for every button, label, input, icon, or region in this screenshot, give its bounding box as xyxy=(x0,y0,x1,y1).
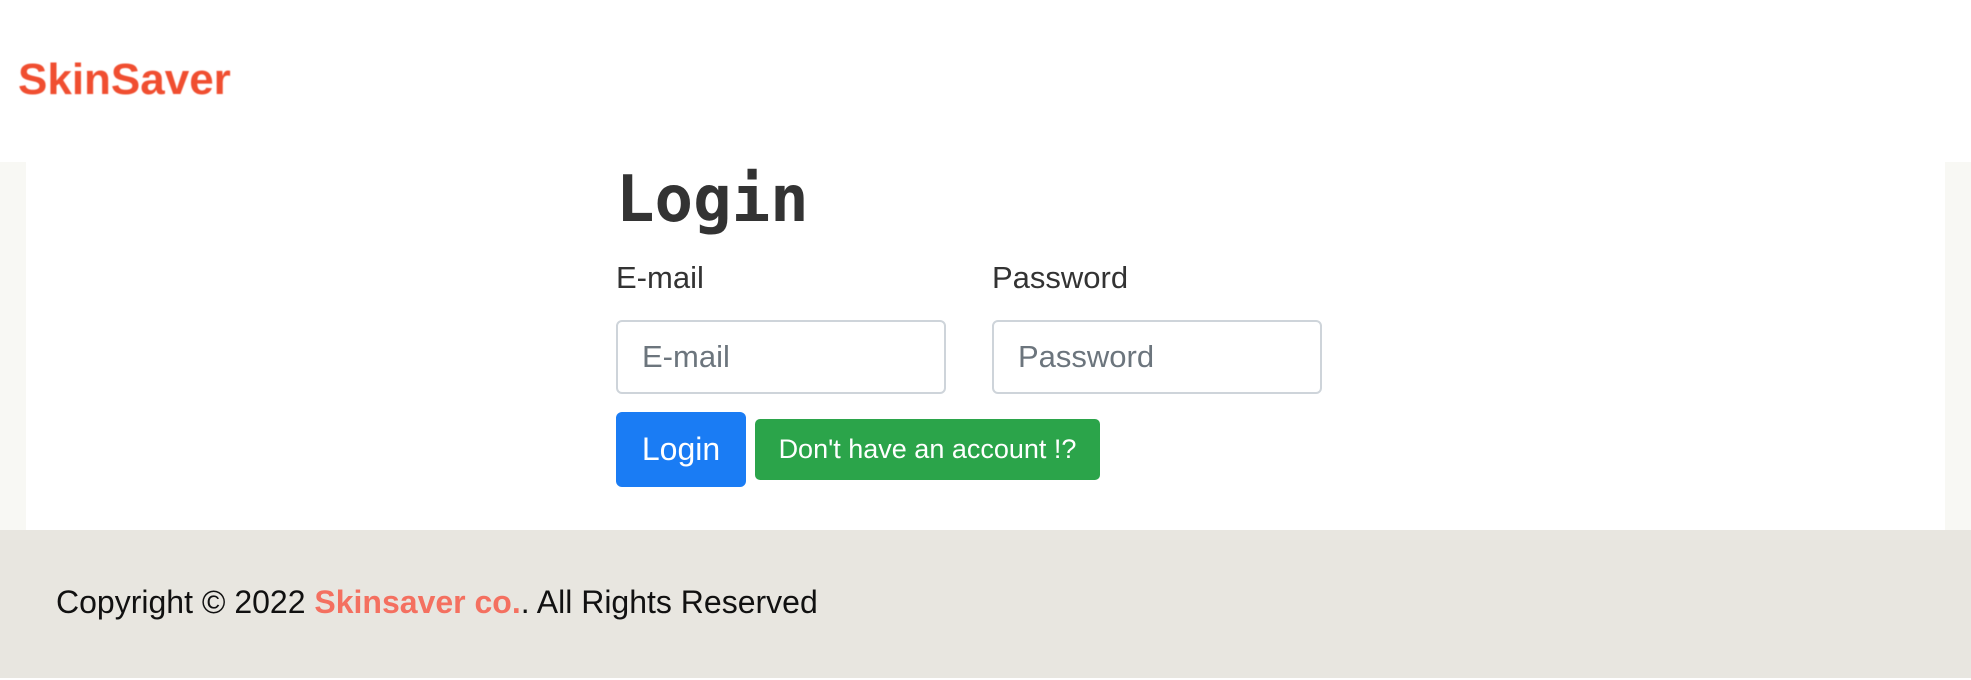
email-input[interactable] xyxy=(616,320,946,394)
footer: Copyright © 2022 Skinsaver co.. All Righ… xyxy=(0,530,1971,678)
footer-company-name: Skinsaver co. xyxy=(314,584,521,620)
password-label: Password xyxy=(992,260,1129,295)
page-title: Login xyxy=(616,163,809,237)
register-link-button[interactable]: Don't have an account !? xyxy=(755,419,1100,480)
email-label: E-mail xyxy=(616,260,704,295)
password-input[interactable] xyxy=(992,320,1322,394)
copyright-suffix: . All Rights Reserved xyxy=(520,584,818,620)
copyright-text: Copyright © 2022 Skinsaver co.. All Righ… xyxy=(56,582,818,622)
main-content: Login E-mail Password Login Don't have a… xyxy=(0,162,1971,530)
login-button[interactable]: Login xyxy=(616,412,746,487)
navbar: SkinSaver xyxy=(0,0,1971,162)
brand-logo-link[interactable]: SkinSaver xyxy=(18,52,231,108)
login-container: Login E-mail Password Login Don't have a… xyxy=(26,162,1945,530)
copyright-prefix: Copyright © 2022 xyxy=(56,584,315,620)
